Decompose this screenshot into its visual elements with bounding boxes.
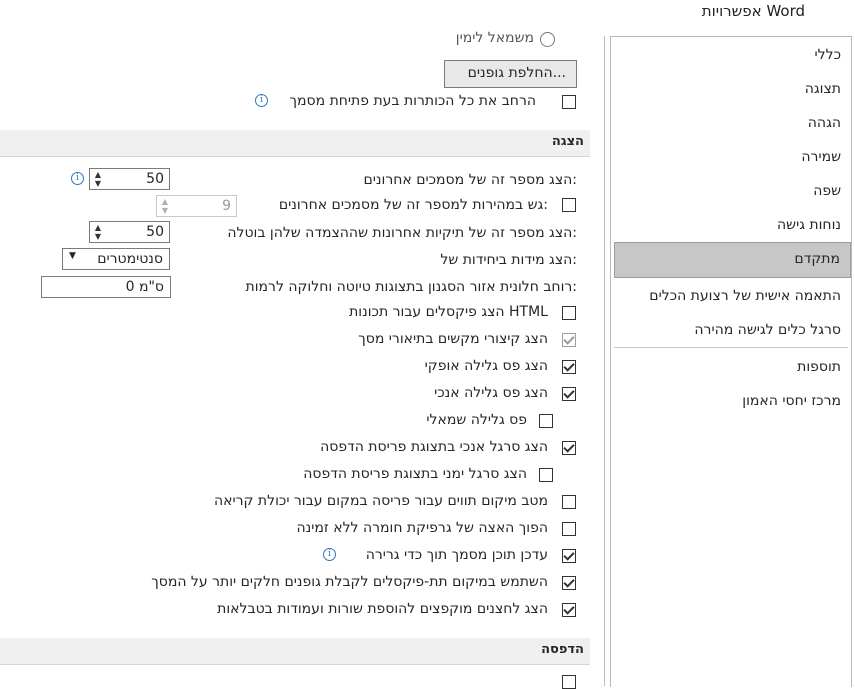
option-label-vertical-ruler: הצג סרגל אנכי בתצוגת פריסת הדפסה — [320, 439, 548, 455]
option-label-disable-hw-accel: הפוך האצה של גרפיקת חומרה ללא זמינה — [296, 520, 548, 536]
nav-item-accessibility[interactable]: נוחות גישה — [777, 217, 841, 233]
font-substitution-label: החלפת גופנים... — [467, 65, 566, 81]
spin-arrows-icon[interactable]: ▲ ▼ — [92, 223, 104, 241]
option-checkbox-disable-hw-accel[interactable] — [562, 522, 576, 536]
chevron-down-icon: ▼ — [69, 251, 76, 261]
recent-folders-spinner[interactable]: ▲ ▼ 50 — [89, 221, 170, 243]
nav-item-proofing[interactable]: הגהה — [808, 115, 841, 131]
section-display: הצגה — [0, 130, 590, 157]
nav-item-save[interactable]: שמירה — [801, 149, 841, 165]
option-checkbox-horizontal-scrollbar[interactable] — [562, 360, 576, 374]
nav-item-general[interactable]: כללי — [815, 47, 841, 63]
nav-item-customize-ribbon[interactable]: התאמה אישית של רצועת הכלים — [649, 288, 841, 304]
option-label-horizontal-scrollbar: הצג פס גלילה אופקי — [424, 358, 548, 374]
info-icon: i — [255, 94, 268, 107]
units-select[interactable]: סנטימטרים ▼ — [62, 248, 170, 270]
option-label-shortcut-keys: הצג קיצורי מקשים בתיאורי מסך — [358, 331, 548, 347]
option-checkbox-optimize-layout[interactable] — [562, 495, 576, 509]
option-checkbox-vertical-ruler[interactable] — [562, 441, 576, 455]
option-label-update-while-drag: עדכן תוכן מסמך תוך כדי גרירה — [365, 547, 548, 563]
units-value: סנטימטרים — [97, 251, 163, 267]
nav-item-language[interactable]: שפה — [813, 183, 841, 199]
option-label-right-ruler: הצג סרגל ימני בתצוגת פריסת הדפסה — [303, 466, 527, 482]
spin-arrows-icon[interactable]: ▲ ▼ — [159, 197, 171, 215]
option-checkbox-html-pixels[interactable] — [562, 306, 576, 320]
font-substitution-button[interactable]: החלפת גופנים... — [444, 60, 577, 88]
recent-docs-value: 50 — [146, 171, 164, 187]
option-checkbox-left-scrollbar[interactable] — [539, 414, 553, 428]
option-checkbox-right-ruler[interactable] — [539, 468, 553, 482]
window-title: אפשרויות Word — [701, 2, 805, 20]
recent-docs-spinner[interactable]: ▲ ▼ 50 — [89, 168, 170, 190]
option-label-vertical-scrollbar: הצג פס גלילה אנכי — [434, 385, 548, 401]
quick-access-value: 9 — [222, 198, 231, 214]
option-label-popup-buttons: הצג לחצנים מוקפצים להוספת שורות ועמודות … — [217, 601, 548, 617]
option-checkbox-popup-buttons[interactable] — [562, 603, 576, 617]
nav-item-addins[interactable]: תוספות — [797, 359, 841, 375]
option-label-optimize-layout: מטב מיקום תווים עבור פריסה במקום עבור יכ… — [214, 493, 548, 509]
option-checkbox-shortcut-keys[interactable] — [562, 333, 576, 347]
option-checkbox-subpixel[interactable] — [562, 576, 576, 590]
recent-docs-label: הצג מספר זה של מסמכים אחרונים: — [363, 172, 577, 188]
nav-item-display[interactable]: תצוגה — [805, 81, 841, 97]
section-display-title: הצגה — [551, 134, 584, 149]
ltr-radio[interactable] — [540, 32, 555, 47]
expand-headings-label: הרחב את כל הכותרות בעת פתיחת מסמך — [289, 93, 537, 109]
nav-item-trust-center[interactable]: מרכז יחסי האמון — [742, 393, 841, 409]
info-icon: i — [323, 548, 336, 561]
quick-access-checkbox[interactable] — [562, 198, 576, 212]
option-checkbox-vertical-scrollbar[interactable] — [562, 387, 576, 401]
units-label: הצג מידות ביחידות של: — [440, 252, 577, 268]
style-width-value: 0 ס"מ — [125, 279, 164, 295]
spin-arrows-icon[interactable]: ▲ ▼ — [92, 170, 104, 188]
nav-divider — [614, 347, 848, 348]
style-width-input[interactable]: 0 ס"מ — [41, 276, 171, 298]
quick-access-spinner[interactable]: ▲ ▼ 9 — [156, 195, 237, 217]
options-content: משמאל לימין החלפת גופנים... הרחב את כל ה… — [0, 30, 605, 689]
expand-headings-checkbox[interactable] — [562, 95, 576, 109]
recent-folders-label: הצג מספר זה של תיקיות אחרונות שההצמדה של… — [227, 225, 577, 241]
style-width-label: רוחב חלונית אזור הסגנון בתצוגות טיוטה וח… — [245, 279, 577, 295]
option-label-left-scrollbar: פס גלילה שמאלי — [426, 412, 527, 428]
ltr-radio-label: משמאל לימין — [455, 30, 534, 46]
print-option-checkbox[interactable] — [562, 675, 576, 689]
section-print-title: הדפסה — [541, 642, 584, 657]
info-icon: i — [71, 172, 84, 185]
nav-item-quick-access-toolbar[interactable]: סרגל כלים לגישה מהירה — [694, 322, 841, 338]
section-print: הדפסה — [0, 638, 590, 665]
nav-item-advanced[interactable]: מתקדם — [614, 242, 851, 278]
option-label-subpixel: השתמש במיקום תת-פיקסלים לקבלת גופנים חלק… — [151, 574, 548, 590]
option-label-html-pixels: הצג פיקסלים עבור תכונות HTML — [349, 304, 548, 320]
nav-item-advanced-label: מתקדם — [794, 251, 840, 267]
quick-access-label: גש במהירות למספר זה של מסמכים אחרונים: — [278, 197, 548, 213]
options-nav: כללי תצוגה הגהה שמירה שפה נוחות גישה מתק… — [610, 36, 852, 687]
recent-folders-value: 50 — [146, 224, 164, 240]
option-checkbox-update-while-drag[interactable] — [562, 549, 576, 563]
